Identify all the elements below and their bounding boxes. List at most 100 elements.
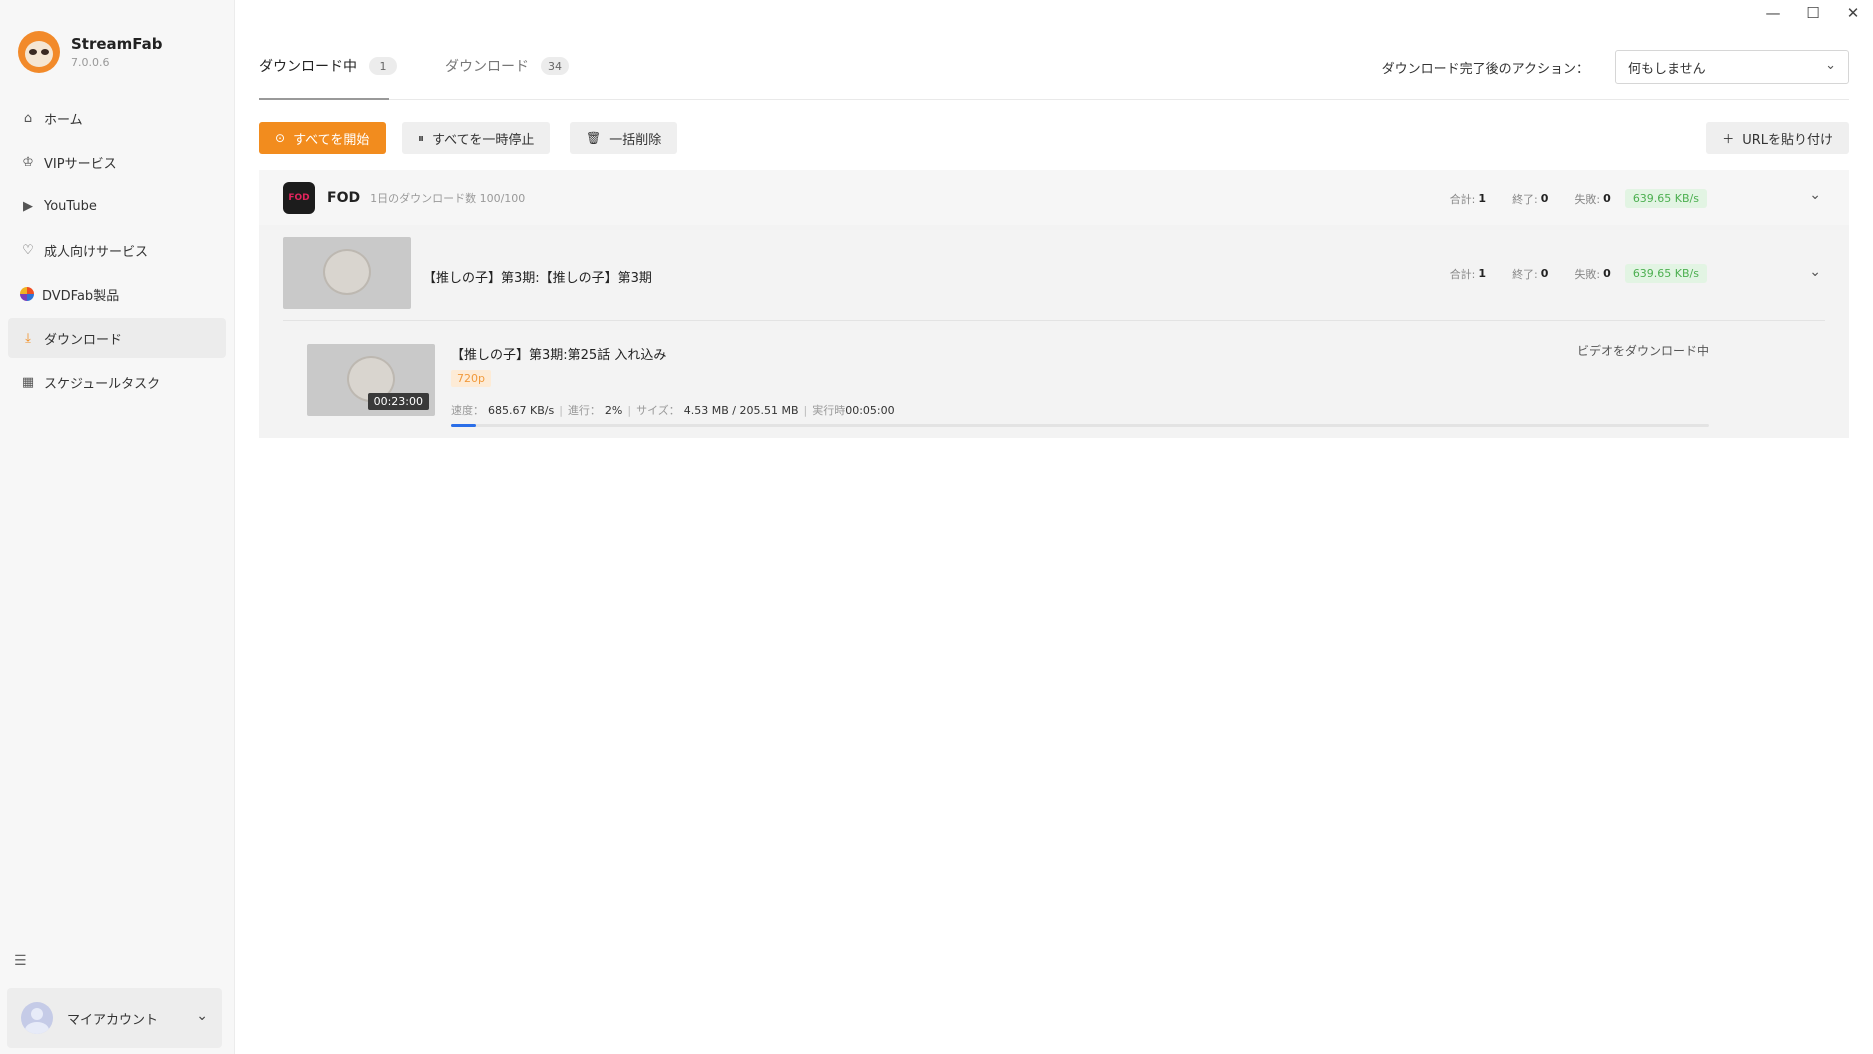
elapsed-value: 00:05:00 xyxy=(845,403,895,417)
chevron-down-icon[interactable]: ⌄ xyxy=(1809,187,1821,203)
vip-crown-icon: ♔ xyxy=(22,154,34,170)
failed-label: 失敗: xyxy=(1574,192,1601,206)
fod-logo-icon: FOD xyxy=(283,181,315,214)
progress-bar xyxy=(451,424,1709,427)
app-version: 7.0.0.6 xyxy=(71,56,110,69)
app-window: StreamFab 7.0.0.6 ⌂ ホーム ♔ VIPサービス ▶ YouT… xyxy=(0,0,1873,1054)
done-value: 0 xyxy=(1540,192,1549,205)
sidebar-item-vip[interactable]: ♔ VIPサービス xyxy=(8,142,226,182)
tab-downloaded[interactable]: ダウンロード 34 xyxy=(445,56,569,76)
sidebar-item-download[interactable]: ⤓ ダウンロード xyxy=(8,318,226,358)
app-name: StreamFab xyxy=(71,35,163,53)
tab-count-badge: 1 xyxy=(369,57,397,75)
total-label: 合計: xyxy=(1449,192,1476,206)
group-speed-badge: 639.65 KB/s xyxy=(1624,189,1707,208)
start-all-button[interactable]: ⊙ すべてを開始 xyxy=(259,122,386,154)
episode-meta: 速度： 685.67 KB/s | 進行： 2% | サイズ： 4.53 MB / 2… xyxy=(451,402,895,418)
fod-logo-text: FOD xyxy=(288,192,310,203)
meta-separator: | xyxy=(627,403,632,417)
duration-badge: 00:23:00 xyxy=(367,393,429,410)
group-stats: 合計: 1 終了: 0 失敗: 0 639.65 KB/s xyxy=(1450,189,1707,208)
size-label: サイズ： xyxy=(636,404,680,417)
episode-thumbnail: 00:23:00 xyxy=(307,344,435,416)
streamfab-logo-icon xyxy=(18,31,60,73)
progress-fill xyxy=(451,424,477,427)
group-name: FOD xyxy=(327,189,361,206)
tab-count-badge: 34 xyxy=(541,57,569,75)
paste-url-label: URLを貼り付け xyxy=(1742,132,1833,148)
sidebar-item-label: YouTube xyxy=(44,198,97,214)
brand-text: StreamFab 7.0.0.6 xyxy=(71,35,163,69)
pause-circle-icon: ⏸ xyxy=(418,130,425,145)
download-icon: ⤓ xyxy=(25,330,31,346)
sidebar-item-label: スケジュールタスク xyxy=(44,376,161,392)
chevron-down-icon: ⌄ xyxy=(1825,58,1836,73)
dvdfab-logo-icon xyxy=(20,287,34,301)
failed-label: 失敗: xyxy=(1574,267,1601,281)
heart-icon: ♡ xyxy=(22,242,34,258)
speed-value: 685.67 KB/s xyxy=(488,403,555,417)
toolbar: ⊙ すべてを開始 ⏸ すべてを一時停止 🗑 一括削除 ＋ URLを貼り付け xyxy=(259,122,1849,154)
chevron-down-icon: ⌄ xyxy=(196,1008,208,1024)
download-group-fod: FOD FOD 1日のダウンロード数 100/100 合計: 1 終了: 0 失敗:… xyxy=(259,170,1849,438)
sidebar-item-label: DVDFab製品 xyxy=(42,288,120,304)
after-action-label: ダウンロード完了後のアクション： xyxy=(1381,62,1589,77)
sidebar-item-label: ダウンロード xyxy=(44,332,123,348)
pause-all-button[interactable]: ⏸ すべてを一時停止 xyxy=(402,122,551,154)
account-menu[interactable]: マイアカウント ⌄ xyxy=(7,988,222,1048)
youtube-play-icon: ▶ xyxy=(23,198,33,214)
maximize-icon[interactable]: ☐ xyxy=(1793,0,1833,26)
trash-icon: 🗑 xyxy=(586,131,602,145)
total-value: 1 xyxy=(1478,192,1487,205)
series-row[interactable]: 【推しの子】第3期:【推しの子】第3期 合計: 1 終了: 0 失敗: 0 639.6… xyxy=(283,237,1825,309)
elapsed-label: 実行時 xyxy=(812,404,846,417)
delete-all-button[interactable]: 🗑 一括削除 xyxy=(570,122,678,154)
sidebar-item-label: 成人向けサービス xyxy=(44,244,149,260)
sidebar-item-label: ホーム xyxy=(44,112,83,128)
active-tab-underline xyxy=(259,98,389,100)
group-daily-limit: 1日のダウンロード数 100/100 xyxy=(370,191,526,205)
collapse-sidebar-icon[interactable]: ☰ xyxy=(14,953,27,969)
logo-eye xyxy=(29,49,37,55)
minimize-icon[interactable]: — xyxy=(1753,0,1793,26)
sidebar-item-label: VIPサービス xyxy=(44,156,117,172)
failed-value: 0 xyxy=(1603,192,1611,205)
episode-item[interactable]: 00:23:00 【推しの子】第3期:第25話 入れ込み 720p ビデオをダウ… xyxy=(307,330,1709,430)
total-label: 合計: xyxy=(1449,267,1476,281)
done-value: 0 xyxy=(1540,267,1549,280)
calendar-icon: ▦ xyxy=(21,374,35,390)
progress-label: 進行： xyxy=(567,404,601,417)
sidebar-item-home[interactable]: ⌂ ホーム xyxy=(8,98,226,138)
sidebar-item-youtube[interactable]: ▶ YouTube xyxy=(8,186,226,226)
play-circle-icon: ⊙ xyxy=(275,131,286,145)
sidebar-item-schedule[interactable]: ▦ スケジュールタスク xyxy=(8,362,226,402)
group-header[interactable]: FOD FOD 1日のダウンロード数 100/100 合計: 1 終了: 0 失敗:… xyxy=(259,170,1849,225)
size-value: 4.53 MB / 205.51 MB xyxy=(683,403,799,417)
tab-label: ダウンロード中 xyxy=(259,59,357,75)
done-label: 終了: xyxy=(1512,192,1538,206)
after-action-select[interactable]: 何もしません ⌄ xyxy=(1615,50,1849,84)
sidebar-item-dvdfab[interactable]: DVDFab製品 xyxy=(8,274,226,314)
account-label: マイアカウント xyxy=(67,1012,159,1028)
episode-status: ビデオをダウンロード中 xyxy=(1576,344,1709,358)
done-label: 終了: xyxy=(1512,267,1538,281)
chevron-down-icon[interactable]: ⌄ xyxy=(1809,264,1821,280)
tab-downloading[interactable]: ダウンロード中 1 xyxy=(259,56,397,76)
start-all-label: すべてを開始 xyxy=(293,132,370,148)
quality-badge: 720p xyxy=(451,370,491,387)
close-icon[interactable]: ✕ xyxy=(1833,0,1873,26)
series-thumbnail xyxy=(283,237,411,309)
sidebar-nav: ⌂ ホーム ♔ VIPサービス ▶ YouTube ♡ 成人向けサービス DVD… xyxy=(0,98,234,402)
series-title: 【推しの子】第3期:【推しの子】第3期 xyxy=(423,271,652,286)
total-value: 1 xyxy=(1478,267,1487,280)
home-icon: ⌂ xyxy=(23,110,33,126)
failed-value: 0 xyxy=(1603,267,1611,280)
sidebar-item-adult[interactable]: ♡ 成人向けサービス xyxy=(8,230,226,270)
avatar xyxy=(21,1002,53,1034)
series-speed-badge: 639.65 KB/s xyxy=(1624,264,1707,283)
logo-face xyxy=(25,41,53,67)
paste-url-button[interactable]: ＋ URLを貼り付け xyxy=(1706,122,1849,154)
pause-all-label: すべてを一時停止 xyxy=(432,132,535,148)
meta-separator: | xyxy=(559,403,563,417)
tab-label: ダウンロード xyxy=(445,59,529,75)
